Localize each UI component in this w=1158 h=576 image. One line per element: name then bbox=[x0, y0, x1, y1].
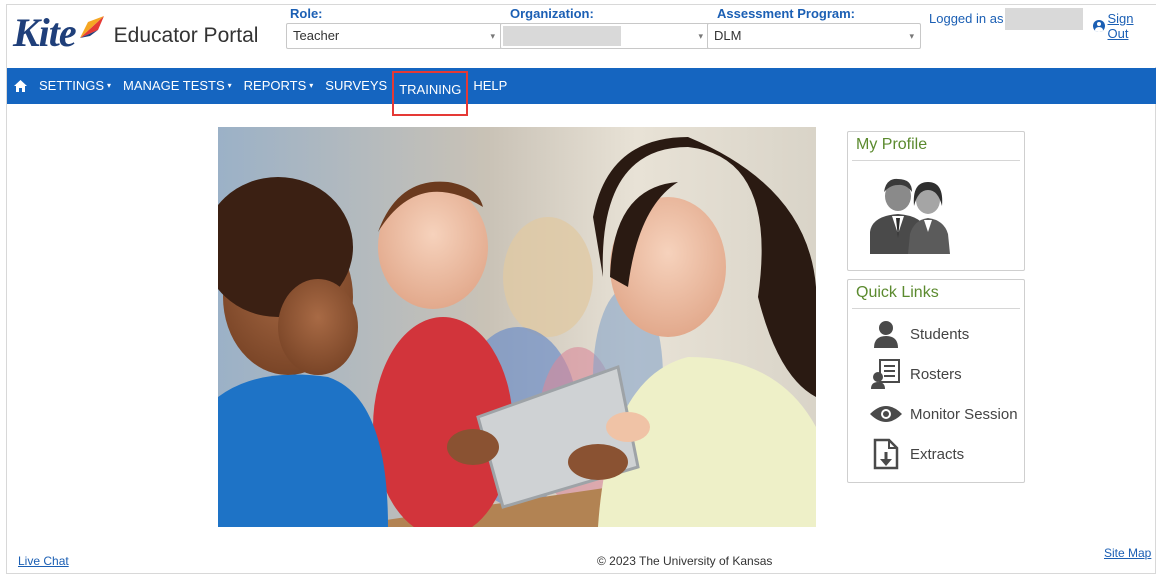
home-button[interactable] bbox=[7, 68, 33, 104]
my-profile-title: My Profile bbox=[852, 132, 1020, 161]
header: Kite Educator Portal Role: Teacher ▾ Org… bbox=[7, 5, 1156, 67]
chevron-down-icon: ▾ bbox=[309, 81, 314, 90]
assessment-program-field: Assessment Program: DLM ▾ bbox=[707, 5, 921, 49]
chevron-down-icon: ▾ bbox=[490, 31, 495, 41]
nav-surveys[interactable]: SURVEYS bbox=[319, 68, 393, 104]
sign-out-link[interactable]: Sign Out bbox=[1093, 11, 1156, 41]
nav-help[interactable]: HELP bbox=[467, 68, 513, 104]
organization-field: Organization: ▾ bbox=[500, 5, 710, 49]
assessment-program-select[interactable]: DLM ▾ bbox=[707, 23, 921, 49]
quick-link-extracts-label: Extracts bbox=[910, 445, 965, 463]
organization-select[interactable]: ▾ bbox=[500, 23, 710, 49]
logged-in-as-label: Logged in as bbox=[929, 11, 1004, 26]
roster-icon bbox=[871, 359, 900, 389]
extract-icon bbox=[873, 438, 899, 470]
quick-link-monitor-session[interactable]: Monitor Session bbox=[848, 396, 1026, 432]
nav-surveys-label: SURVEYS bbox=[325, 78, 388, 93]
kite-logo[interactable]: Kite Educator Portal bbox=[13, 11, 258, 55]
quick-link-extracts[interactable]: Extracts bbox=[848, 436, 1026, 472]
nav-manage-tests-label: MANAGE TESTS bbox=[123, 78, 225, 93]
chevron-down-icon: ▾ bbox=[698, 31, 703, 41]
quick-links-panel: Quick Links Students Rosters Monitor Ses… bbox=[847, 279, 1025, 483]
nav-training-label: TRAINING bbox=[399, 82, 462, 97]
portal-name: Educator Portal bbox=[113, 24, 259, 47]
quick-link-students-label: Students bbox=[910, 325, 970, 343]
chevron-down-icon: ▾ bbox=[107, 81, 112, 90]
role-field: Role: Teacher ▾ bbox=[286, 5, 502, 49]
organization-label: Organization: bbox=[510, 6, 594, 21]
quick-link-rosters[interactable]: Rosters bbox=[848, 356, 1026, 392]
nav-training[interactable]: TRAINING bbox=[392, 71, 469, 116]
eye-icon bbox=[870, 406, 902, 422]
kite-icon bbox=[79, 16, 104, 38]
role-value: Teacher bbox=[293, 28, 340, 43]
live-chat-link[interactable]: Live Chat bbox=[18, 554, 69, 568]
logo-wordmark: Kite bbox=[13, 10, 77, 55]
profile-users-icon[interactable] bbox=[862, 176, 956, 254]
quick-link-monitor-session-label: Monitor Session bbox=[910, 405, 1018, 423]
my-profile-panel: My Profile bbox=[847, 131, 1025, 271]
user-circle-icon bbox=[1093, 20, 1105, 32]
nav-manage-tests[interactable]: MANAGE TESTS ▾ bbox=[117, 68, 238, 104]
organization-redacted bbox=[503, 26, 621, 46]
site-map-link[interactable]: Site Map bbox=[1104, 546, 1151, 560]
assessment-program-label: Assessment Program: bbox=[717, 6, 855, 21]
copyright-text: © 2023 The University of Kansas bbox=[597, 554, 773, 568]
nav-settings[interactable]: SETTINGS ▾ bbox=[33, 68, 117, 104]
quick-link-rosters-label: Rosters bbox=[910, 365, 962, 383]
nav-reports-label: REPORTS bbox=[243, 78, 307, 93]
chevron-down-icon: ▾ bbox=[909, 31, 914, 41]
quick-links-title: Quick Links bbox=[852, 280, 1020, 309]
student-icon bbox=[874, 321, 898, 348]
chevron-down-icon: ▾ bbox=[227, 81, 232, 90]
main-nav: SETTINGS ▾ MANAGE TESTS ▾ REPORTS ▾ SURVEYS… bbox=[7, 68, 1156, 116]
home-icon bbox=[13, 80, 27, 92]
username-redacted bbox=[1005, 8, 1083, 30]
nav-reports[interactable]: REPORTS ▾ bbox=[238, 68, 320, 104]
assessment-program-value: DLM bbox=[714, 28, 742, 43]
hero-classroom-image bbox=[218, 127, 816, 527]
role-label: Role: bbox=[290, 6, 323, 21]
sign-out-label: Sign Out bbox=[1107, 11, 1134, 41]
quick-link-students[interactable]: Students bbox=[848, 316, 1026, 352]
nav-settings-label: SETTINGS bbox=[39, 78, 105, 93]
role-select[interactable]: Teacher ▾ bbox=[286, 23, 502, 49]
nav-help-label: HELP bbox=[473, 78, 508, 93]
